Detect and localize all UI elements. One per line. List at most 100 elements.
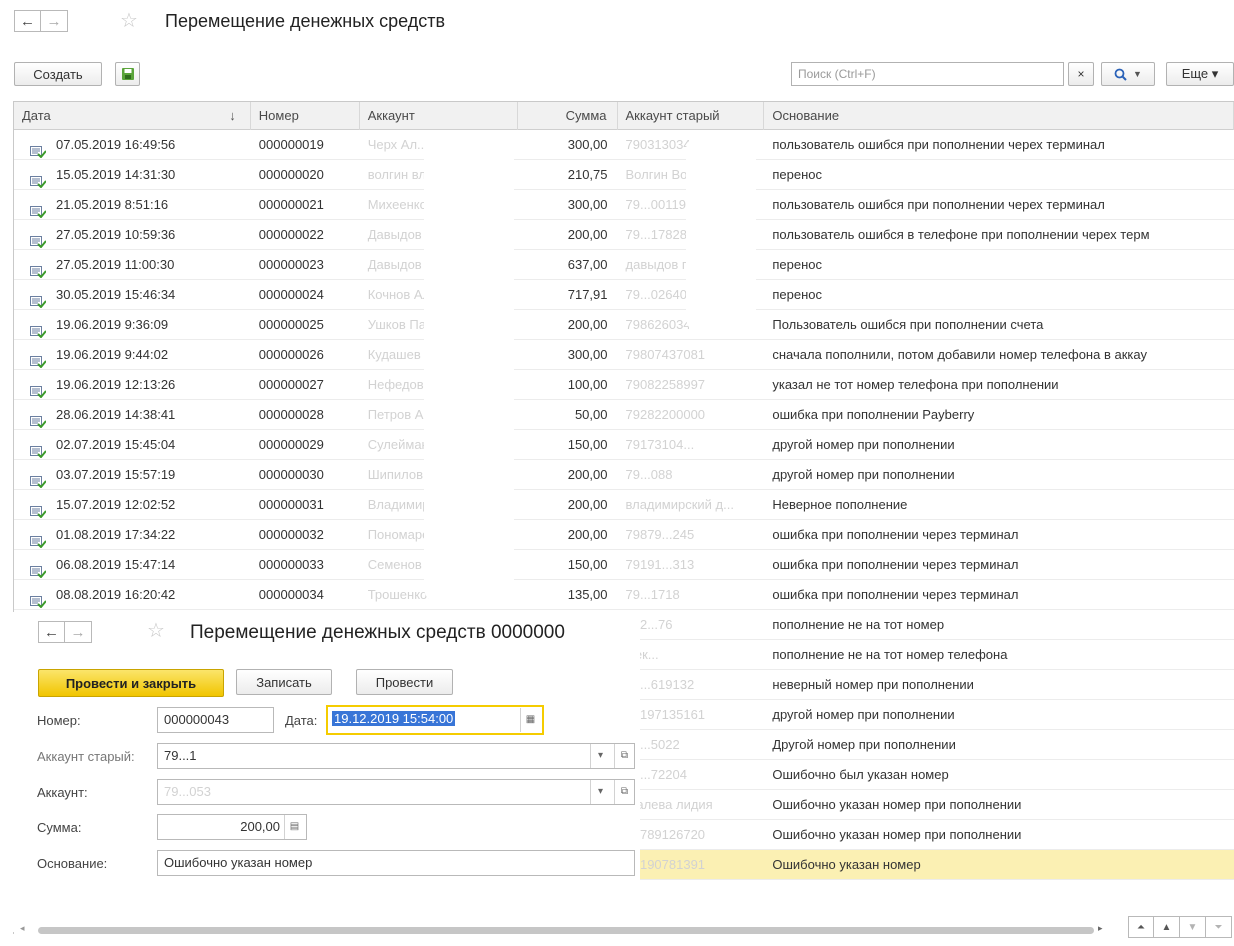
table-row[interactable]: 21.05.2019 8:51:16 000000021 Михеенко В...… [14,190,1234,220]
go-last-icon[interactable]: ⏷ [1206,916,1232,938]
calendar-icon[interactable]: ▦ [520,708,540,732]
cell-number: 000000030 [258,467,324,482]
column-account[interactable]: Аккаунт [360,102,518,130]
forward-arrow-icon[interactable]: → [41,10,68,32]
scroll-left-icon[interactable]: ◂ [20,923,25,934]
cell-sum: 300,00 [567,197,608,212]
search-input[interactable]: Поиск (Ctrl+F) [791,62,1064,86]
cell-reason: перенос [772,257,823,272]
date-field[interactable]: 19.12.2019 15:54:00 ▦ [326,705,544,735]
form-title: Перемещение денежных средств 0000000 [190,622,565,643]
form-back-arrow-icon[interactable]: ← [38,621,65,643]
posted-document-icon [30,139,47,159]
cell-old-account: 79...088 [625,467,673,482]
table-row[interactable]: 02.07.2019 15:45:04 000000029 Сулейманов Р… [14,430,1234,460]
search-button[interactable]: ▼ [1101,62,1155,86]
dropdown-icon[interactable]: ▾ [590,780,610,804]
cell-date: 27.05.2019 10:59:36 [14,220,251,250]
cell-old-account: 79879...245 [625,527,695,542]
column-date[interactable]: Дата ↓ [14,102,251,130]
table-row[interactable]: 28.06.2019 14:38:41 000000028 Петров Ан...… [14,400,1234,430]
cell-reason: перенос [772,287,823,302]
cell-sum: 200,00 [567,467,608,482]
cell-reason: Ошибочно указан номер при пополнении [772,827,1022,842]
account-field[interactable]: 79...053 ▾ ⧉ [157,779,635,805]
create-button[interactable]: Создать [14,62,102,86]
cell-number: 000000021 [258,197,324,212]
cell-reason: неверный номер при пополнении [772,677,974,692]
magnifier-icon [1114,68,1127,81]
table-row[interactable]: 01.08.2019 17:34:22 000000032 Пономарев В.… [14,520,1234,550]
more-button[interactable]: Еще ▾ [1166,62,1234,86]
save-to-file-button[interactable] [115,62,140,86]
chevron-down-icon: ▼ [1133,69,1142,79]
cell-sum: 50,00 [574,407,608,422]
posted-document-icon [30,319,47,339]
form-favorite-star-icon[interactable]: ☆ [147,621,165,641]
cell-number: 000000031 [258,497,324,512]
posted-document-icon [30,229,47,249]
cell-old-account: 79...1718 [625,587,680,602]
go-first-icon[interactable]: ⏶ [1128,916,1154,938]
form-forward-arrow-icon[interactable]: → [65,621,92,643]
table-row[interactable]: 19.06.2019 9:36:09 000000025 Ушков Павел 20… [14,310,1234,340]
cell-sum: 200,00 [567,317,608,332]
cell-date: 21.05.2019 8:51:16 [14,190,251,220]
table-row[interactable]: 06.08.2019 15:47:14 000000033 Семенов Вади… [14,550,1234,580]
cell-old-account: владимирский д... [625,497,734,512]
table-row[interactable]: 03.07.2019 15:57:19 000000030 Шипилов Серг… [14,460,1234,490]
cell-date: 01.08.2019 17:34:22 [14,520,251,550]
table-row[interactable]: 08.08.2019 16:20:42 000000034 Трошенков Ол… [14,580,1234,610]
calculator-icon[interactable]: ▤ [284,815,304,839]
cell-reason: пользователь ошибся при пополнении черех… [772,197,1105,212]
post-and-close-button[interactable]: Провести и закрыть [38,669,224,697]
table-row[interactable]: 27.05.2019 10:59:36 000000022 Давыдов ... 2… [14,220,1234,250]
posted-document-icon [30,169,47,189]
reason-field[interactable]: Ошибочно указан номер [157,850,635,876]
table-row[interactable]: 27.05.2019 11:00:30 000000023 Давыдов Гр..… [14,250,1234,280]
save-button[interactable]: Записать [236,669,332,695]
posted-document-icon [30,259,47,279]
table-row[interactable]: 15.07.2019 12:02:52 000000031 Владимирский… [14,490,1234,520]
cell-reason: пополнение не на тот номер телефона [772,647,1008,662]
cell-reason: пользователь ошибся при пополнении черех… [772,137,1105,152]
column-number[interactable]: Номер [251,102,360,130]
post-button[interactable]: Провести [356,669,453,695]
dropdown-icon[interactable]: ▾ [590,744,610,768]
column-old-account[interactable]: Аккаунт старый [618,102,765,130]
cell-sum: 200,00 [567,527,608,542]
table-row[interactable]: 19.06.2019 9:44:02 000000026 Кудашев Андр.… [14,340,1234,370]
cell-date: 19.06.2019 9:44:02 [14,340,251,370]
scroll-right-icon[interactable]: ▸ [1098,923,1103,934]
cell-number: 000000020 [258,167,324,182]
page-down-icon[interactable]: ▼ [1180,916,1206,938]
page-up-icon[interactable]: ▲ [1154,916,1180,938]
form-nav-buttons: ← → [38,621,92,643]
cell-sum: 150,00 [567,557,608,572]
cell-sum: 300,00 [567,347,608,362]
open-icon[interactable]: ⧉ [614,780,634,804]
cell-date: 30.05.2019 15:46:34 [14,280,251,310]
sort-down-icon: ↓ [229,108,236,123]
number-field[interactable]: 000000043 [157,707,274,733]
cell-date: 19.06.2019 12:13:26 [14,370,251,400]
sum-field[interactable]: 200,00 ▤ [157,814,307,840]
table-row[interactable]: 15.05.2019 14:31:30 000000020 волгин влади… [14,160,1234,190]
column-reason[interactable]: Основание [764,102,1234,130]
table-row[interactable]: 07.05.2019 16:49:56 000000019 Черх Ал... 30… [14,130,1234,160]
old-account-field[interactable]: 79...1 ▾ ⧉ [157,743,635,769]
open-icon[interactable]: ⧉ [614,744,634,768]
back-arrow-icon[interactable]: ← [14,10,41,32]
cell-number: 000000033 [258,557,324,572]
table-row[interactable]: 30.05.2019 15:46:34 000000024 Кочнов Алекс… [14,280,1234,310]
table-row[interactable]: 19.06.2019 12:13:26 000000027 Нефедов Оле.… [14,370,1234,400]
cell-reason: Другой номер при пополнении [772,737,956,752]
cell-date: 19.06.2019 9:36:09 [14,310,251,340]
cell-date: 02.07.2019 15:45:04 [14,430,251,460]
cell-date: 15.05.2019 14:31:30 [14,160,251,190]
search-clear-button[interactable]: × [1068,62,1094,86]
horizontal-scrollbar[interactable] [38,927,1094,934]
cell-number: 000000022 [258,227,324,242]
favorite-star-icon[interactable]: ☆ [120,11,138,31]
column-sum[interactable]: Сумма [518,102,618,130]
